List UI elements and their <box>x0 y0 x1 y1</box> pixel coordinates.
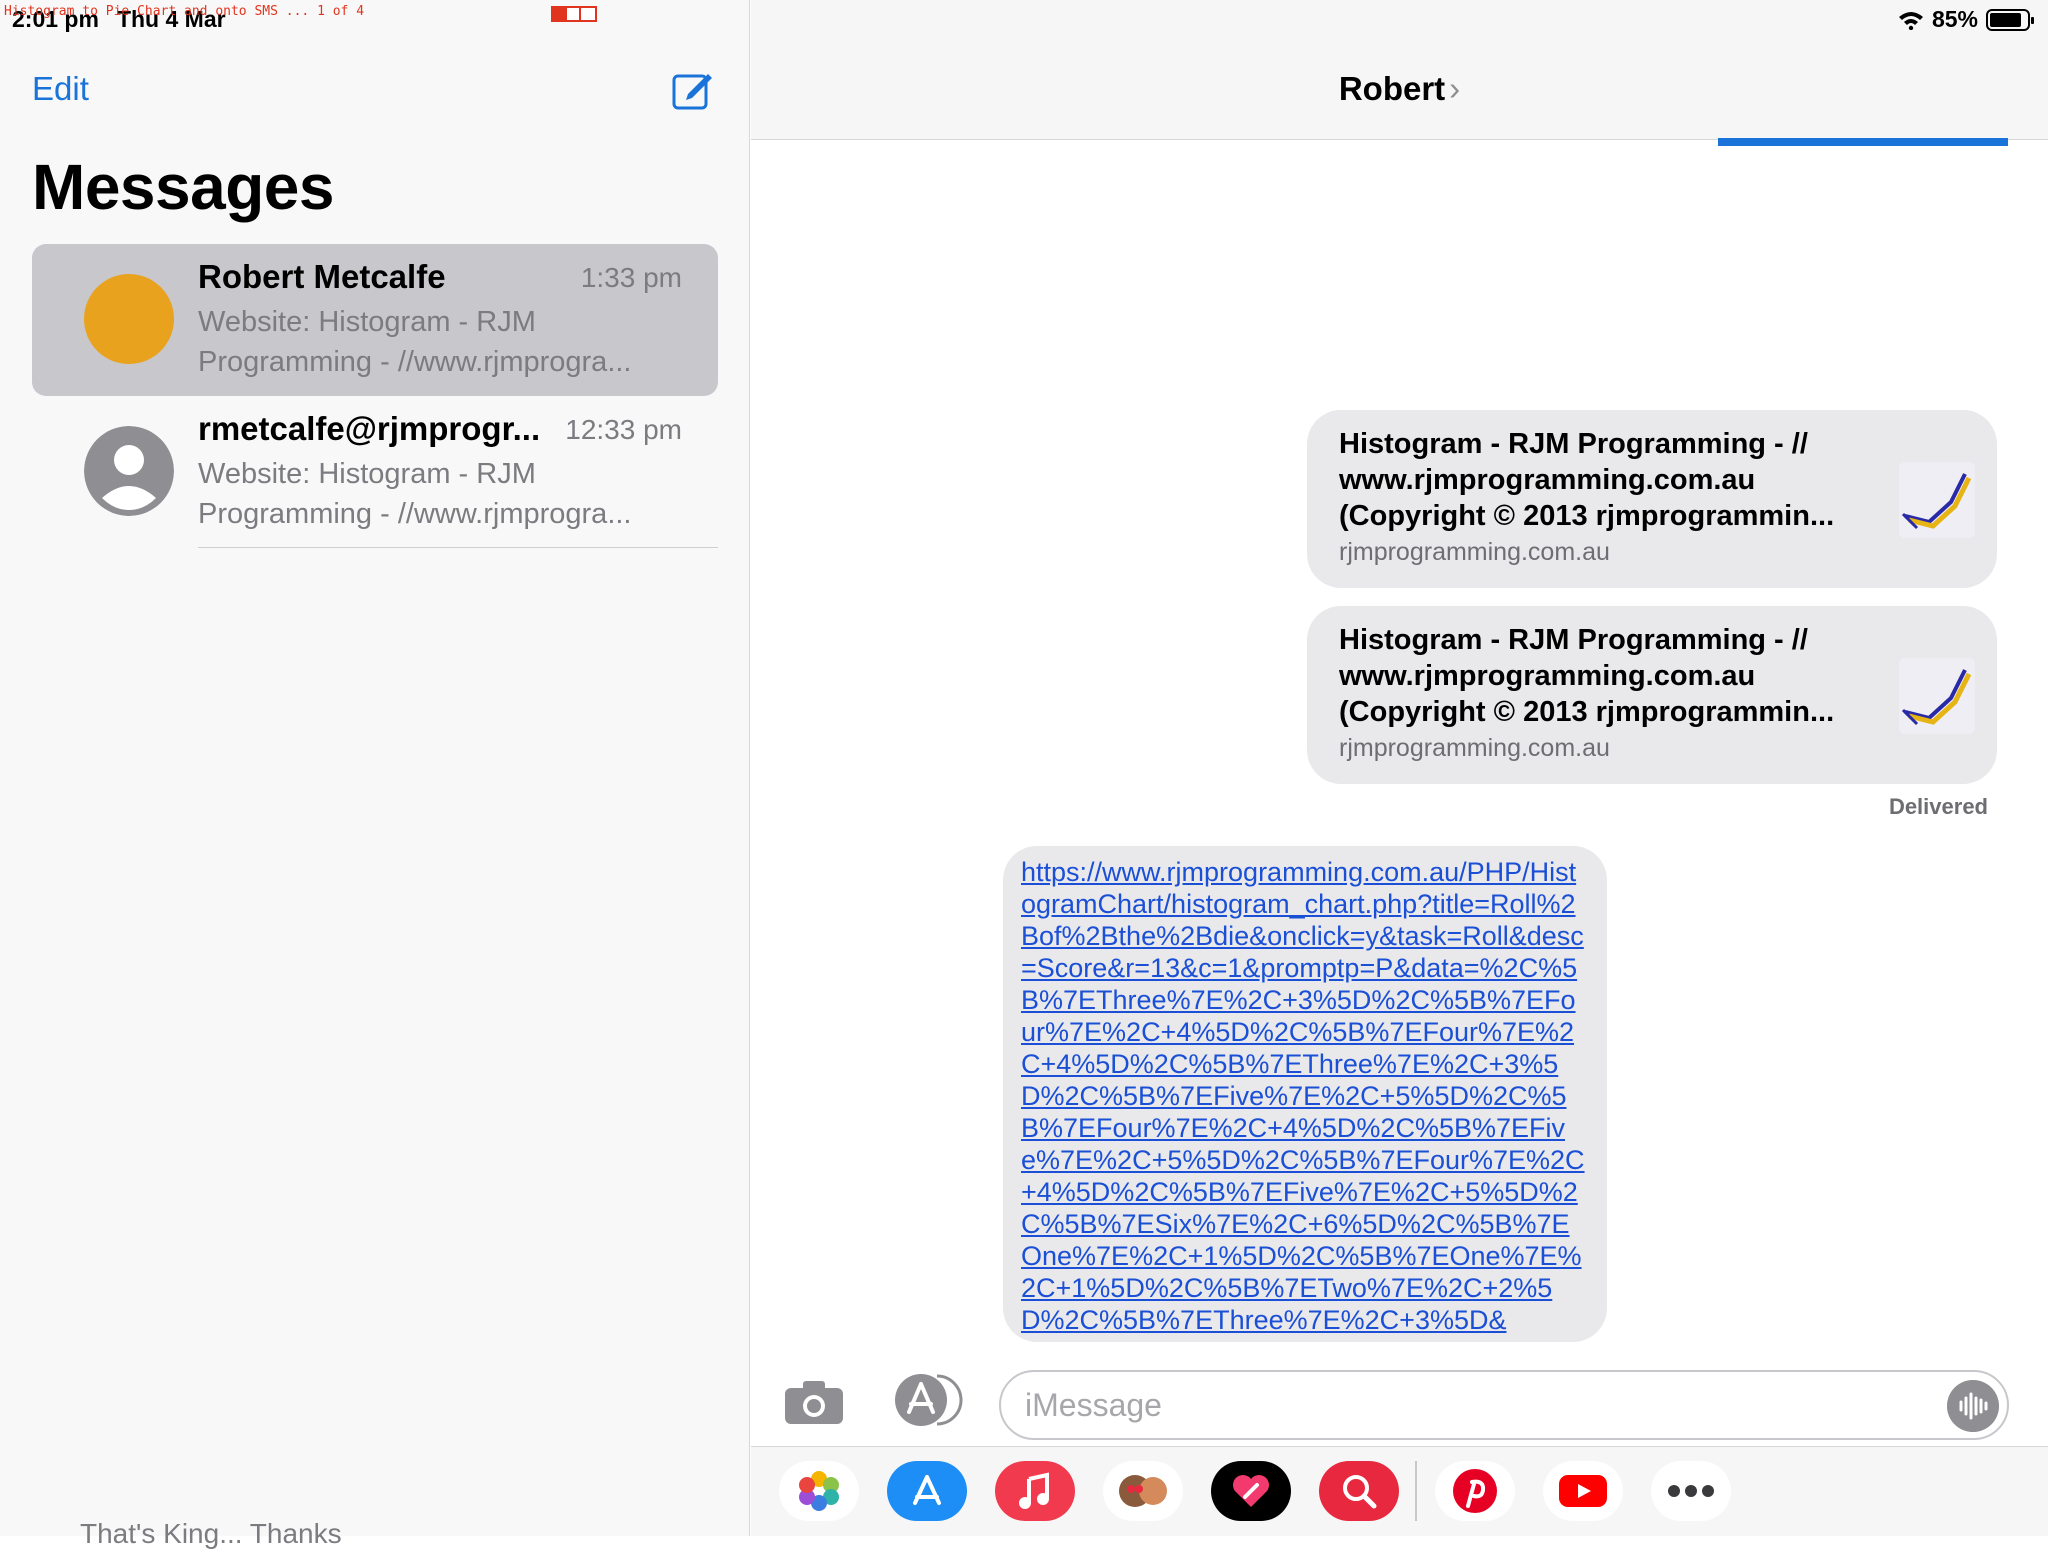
compose-icon[interactable] <box>670 68 714 112</box>
camera-icon[interactable] <box>783 1378 845 1426</box>
avatar <box>84 274 174 364</box>
contact-name: Robert <box>1338 70 1446 107</box>
dock-divider <box>1415 1461 1417 1521</box>
more-apps-icon[interactable] <box>1651 1461 1731 1521</box>
url-message-bubble: https://www.rjmprogramming.com.au/PHP/Hi… <box>1003 846 1607 1342</box>
conversation-name: rmetcalfe@rjmprogr... <box>198 410 541 447</box>
photos-app-icon[interactable] <box>779 1461 859 1521</box>
chevron-right-icon: › <box>1449 70 1461 107</box>
histogram-thumbnail-icon <box>1899 658 1975 734</box>
link-preview-site: rjmprogramming.com.au <box>1339 734 1610 762</box>
divider <box>198 547 718 548</box>
imessage-input[interactable]: iMessage <box>999 1370 2009 1440</box>
conversation-name: Robert Metcalfe <box>198 258 446 295</box>
images-search-app-icon[interactable] <box>1319 1461 1399 1521</box>
audio-waveform-icon[interactable] <box>1947 1380 1999 1432</box>
slide-progress-boxes <box>551 6 597 22</box>
music-app-icon[interactable] <box>995 1461 1075 1521</box>
histogram-thumbnail-icon <box>1899 462 1975 538</box>
app-store-icon[interactable] <box>891 1372 963 1428</box>
conversation-sidebar: 2:01 pm Thu 4 Mar Edit Messages Robert M… <box>0 0 750 1549</box>
link-preview-bubble[interactable]: Histogram - RJM Programming - // www.rjm… <box>1307 606 1997 784</box>
edit-button[interactable]: Edit <box>32 70 89 108</box>
youtube-app-icon[interactable] <box>1543 1461 1623 1521</box>
digital-touch-app-icon[interactable] <box>1211 1461 1291 1521</box>
conversation-preview: Website: Histogram - RJM Programming - /… <box>198 458 632 530</box>
page-title: Messages <box>32 151 334 223</box>
battery-percent: 85% <box>1931 6 1978 32</box>
link-preview-bubble[interactable]: Histogram - RJM Programming - // www.rjm… <box>1307 410 1997 588</box>
message-thread-pane: 85% Robert › Histogram - RJM Programming … <box>751 0 2048 1536</box>
battery-icon <box>1986 8 2034 31</box>
conversation-robert-metcalfe[interactable]: Robert Metcalfe 1:33 pm Website: Histogr… <box>32 244 718 396</box>
wifi-icon <box>1898 11 1923 30</box>
conversation-time: 1:33 pm <box>580 262 682 293</box>
message-composer: iMessage <box>751 1360 2048 1440</box>
memoji-app-icon[interactable] <box>1103 1461 1183 1521</box>
url-link[interactable]: https://www.rjmprogramming.com.au/PHP/Hi… <box>1021 856 1589 1336</box>
pinterest-app-icon[interactable] <box>1435 1461 1515 1521</box>
person-avatar-icon <box>84 426 174 516</box>
slideshow-caption: Histogram to Pie Chart and onto SMS ... … <box>4 4 597 22</box>
imessage-placeholder: iMessage <box>1025 1386 1162 1423</box>
app-store-app-icon[interactable] <box>887 1461 967 1521</box>
link-preview-site: rjmprogramming.com.au <box>1339 538 1610 566</box>
scrolled-content-edge <box>1718 138 2008 146</box>
link-preview-title: Histogram - RJM Programming - // www.rjm… <box>1339 428 1835 532</box>
caption-text: Histogram to Pie Chart and onto SMS ... … <box>4 4 365 19</box>
sidebar-footer-text: That's King... Thanks <box>80 1518 342 1549</box>
conversation-time: 12:33 pm <box>565 414 682 445</box>
thread-header: 85% Robert › <box>751 0 2048 146</box>
delivered-status: Delivered <box>1888 794 1988 819</box>
link-preview-title: Histogram - RJM Programming - // www.rjm… <box>1339 624 1835 728</box>
conversation-rmetcalfe[interactable]: rmetcalfe@rjmprogr... 12:33 pm Website: … <box>32 396 718 548</box>
app-drawer <box>751 1446 2048 1536</box>
conversation-preview: Website: Histogram - RJM Programming - /… <box>198 306 632 378</box>
status-bar-right: 85% <box>1898 6 2034 33</box>
contact-name-button[interactable]: Robert › <box>751 70 2048 108</box>
